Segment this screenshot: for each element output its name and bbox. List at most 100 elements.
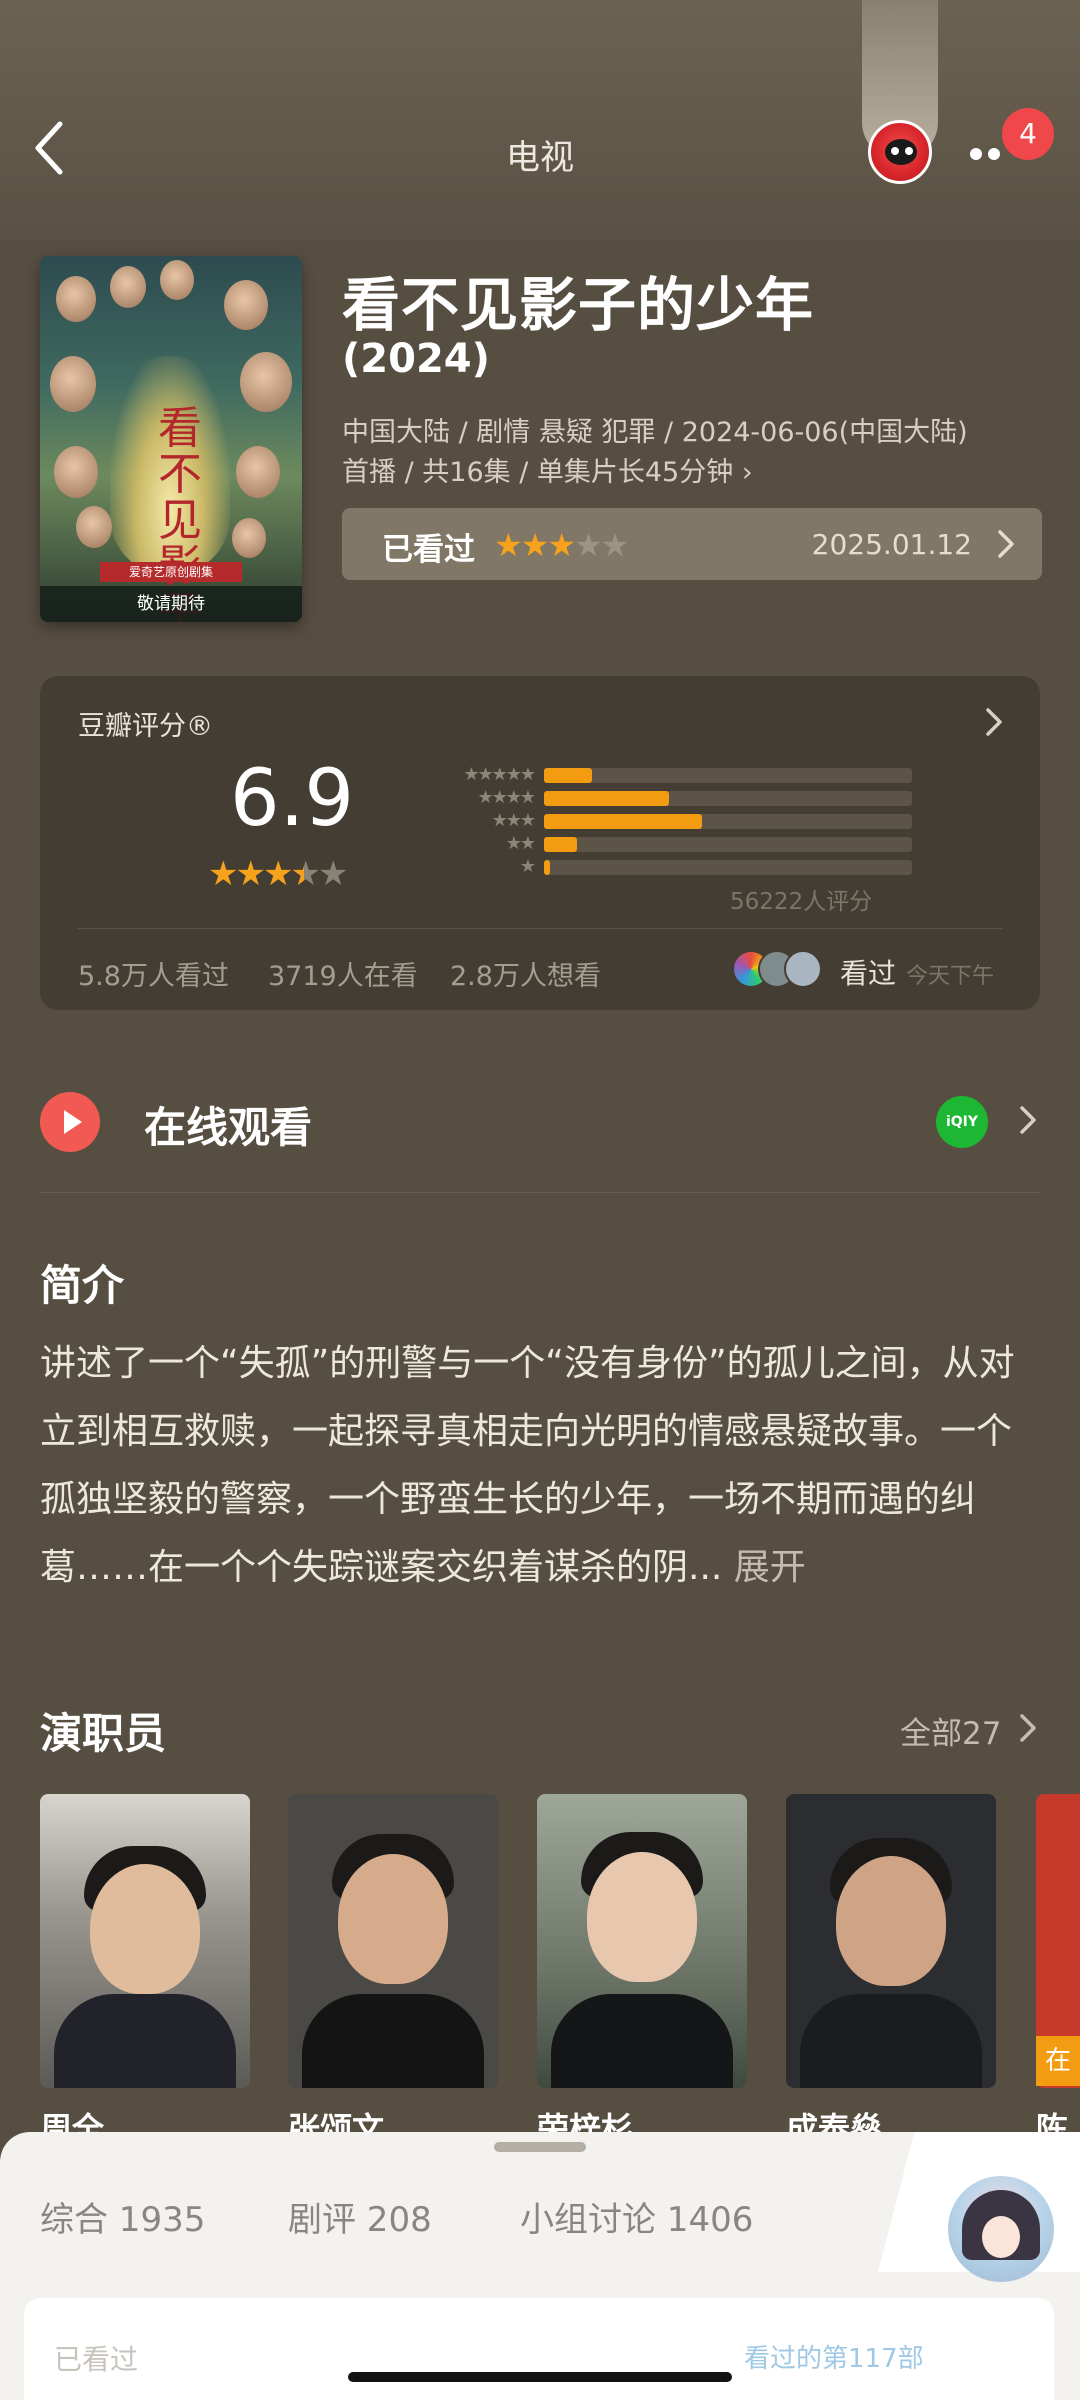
watched-count[interactable]: 5.8万人看过 [78, 954, 229, 993]
watched-label: 已看过 [382, 532, 475, 568]
rating-source-label: 豆瓣评分® [78, 711, 213, 742]
my-rating-bar[interactable]: 已看过 ★★★★★ 2025.01.12 [342, 508, 1042, 580]
rating-bar-track [544, 860, 912, 875]
poster-band: 爱奇艺原创剧集 [100, 562, 242, 582]
cast-heading: 演职员 [40, 1709, 167, 1758]
avatar-face [982, 2216, 1020, 2258]
star-icon: ★ [235, 854, 266, 894]
watching-count[interactable]: 3719人在看 [268, 954, 418, 993]
user-rating-stars: ★★★★★ [494, 526, 630, 564]
tab-discussions[interactable]: 小组讨论 1406 [520, 2192, 753, 2241]
rating-card[interactable]: 豆瓣评分® 6.9 ★★★★★ ★★★★★ ★★★★ ★★★ ★★ ★ 56222人评分… [40, 676, 1040, 1010]
want-count[interactable]: 2.8万人想看 [450, 954, 601, 993]
cast-body [54, 1994, 236, 2088]
star-icon: ★ [317, 854, 349, 894]
show-title: 看不见影子的少年 [342, 271, 815, 339]
avatar-eye [891, 147, 899, 155]
cast-face [90, 1864, 200, 1994]
rating-bar-track [544, 814, 912, 829]
rating-bar-fill [544, 837, 578, 852]
cast-face [338, 1854, 448, 1984]
cast-face [836, 1856, 946, 1986]
home-indicator[interactable] [348, 2372, 732, 2382]
avatar[interactable] [868, 120, 932, 184]
poster-face [236, 446, 280, 498]
watched-date: 2025.01.12 [811, 528, 972, 561]
watch-record-label: 已看过 [54, 2343, 139, 2376]
cast-body [551, 1994, 733, 2088]
poster-face [160, 260, 194, 300]
friends-status: 看过 [840, 957, 897, 990]
rating-bar-stars: ★★★ [491, 810, 536, 831]
tab-reviews[interactable]: 剧评 208 [288, 2192, 432, 2241]
cast-photo[interactable] [537, 1794, 747, 2088]
cast-face [587, 1852, 697, 1982]
rating-bar-fill [544, 791, 670, 806]
poster-image[interactable]: 看不见影子的少年 爱奇艺原创剧集 敬请期待 [40, 256, 302, 622]
rating-bar-stars: ★★★★ [477, 787, 536, 808]
poster-face [76, 506, 112, 548]
rating-bar-fill [544, 768, 592, 783]
synopsis-text: 讲述了一个“失孤”的刑警与一个“没有身份”的孤儿之间，从对立到相互救赎，一起探寻… [40, 1330, 1040, 1602]
sheet-handle[interactable] [494, 2142, 586, 2152]
rating-bar-track [544, 791, 912, 806]
star-icon: ★ [262, 854, 294, 894]
chevron-right-icon: › [741, 457, 753, 488]
star-icon: ★ [600, 526, 630, 564]
divider [40, 1192, 1040, 1193]
rating-bar-track [544, 837, 912, 852]
cast-photo[interactable] [288, 1794, 498, 2088]
divider [78, 928, 1002, 929]
show-meta-more[interactable]: 首播 / 共16集 / 单集片长45分钟 › [342, 450, 753, 489]
rating-bar-stars: ★★ [505, 833, 536, 854]
poster-face [240, 352, 292, 412]
star-icon: ★ [208, 854, 239, 894]
rating-bar-fill [544, 860, 550, 875]
poster-footer: 敬请期待 [40, 586, 302, 622]
chevron-right-icon[interactable] [1018, 1104, 1038, 1140]
chevron-right-icon [996, 528, 1016, 564]
iqiyi-icon[interactable]: iQIY [936, 1096, 988, 1148]
watch-record-count: 看过的第117部 [744, 2344, 924, 2374]
avatar[interactable] [948, 2176, 1054, 2282]
more-dots-icon [988, 148, 1000, 160]
online-watch-label[interactable]: 在线观看 [144, 1094, 312, 1155]
poster-face [232, 518, 266, 558]
play-icon[interactable] [40, 1092, 100, 1152]
cast-photo[interactable] [40, 1794, 250, 2088]
star-icon: ★ [520, 526, 550, 564]
rating-bar-fill [544, 814, 703, 829]
show-meta[interactable]: 中国大陆 / 剧情 悬疑 犯罪 / 2024-06-06(中国大陆) [342, 410, 968, 449]
poster-face [224, 280, 268, 330]
more-dots-icon [970, 148, 982, 160]
rating-bar-track [544, 768, 912, 783]
expand-link[interactable]: 展开 [734, 1547, 806, 1588]
tab-overview[interactable]: 综合 1935 [40, 2192, 205, 2241]
show-year: (2024) [342, 336, 490, 382]
poster-face [110, 266, 146, 308]
notification-badge: 4 [1002, 108, 1054, 160]
cast-photo[interactable] [786, 1794, 996, 2088]
star-icon: ★ [290, 854, 321, 894]
rating-stars: ★★★★★ [208, 854, 349, 894]
poster-face [54, 446, 98, 498]
poster-face [50, 356, 96, 412]
rating-bar-stars: ★ [519, 856, 536, 877]
chevron-right-icon[interactable] [1018, 1712, 1038, 1748]
show-meta-text: 首播 / 共16集 / 单集片长45分钟 [342, 457, 734, 488]
avatar-eye [905, 147, 913, 155]
cast-all-link[interactable]: 全部27 [900, 1708, 1001, 1753]
chevron-right-icon [984, 706, 1004, 742]
rating-count: 56222人评分 [730, 889, 873, 915]
friend-avatars[interactable] [732, 950, 832, 990]
friends-time: 今天下午 [906, 964, 995, 989]
cast-body [302, 1994, 484, 2088]
star-icon: ★ [547, 526, 576, 564]
star-icon: ★ [494, 526, 523, 564]
cast-body [800, 1994, 982, 2088]
avatar [784, 950, 822, 988]
star-icon: ★ [574, 526, 603, 564]
watch-record-card[interactable]: 已看过 看过的第117部 [24, 2298, 1054, 2400]
poster-face [56, 276, 96, 322]
synopsis-heading: 简介 [40, 1261, 125, 1310]
